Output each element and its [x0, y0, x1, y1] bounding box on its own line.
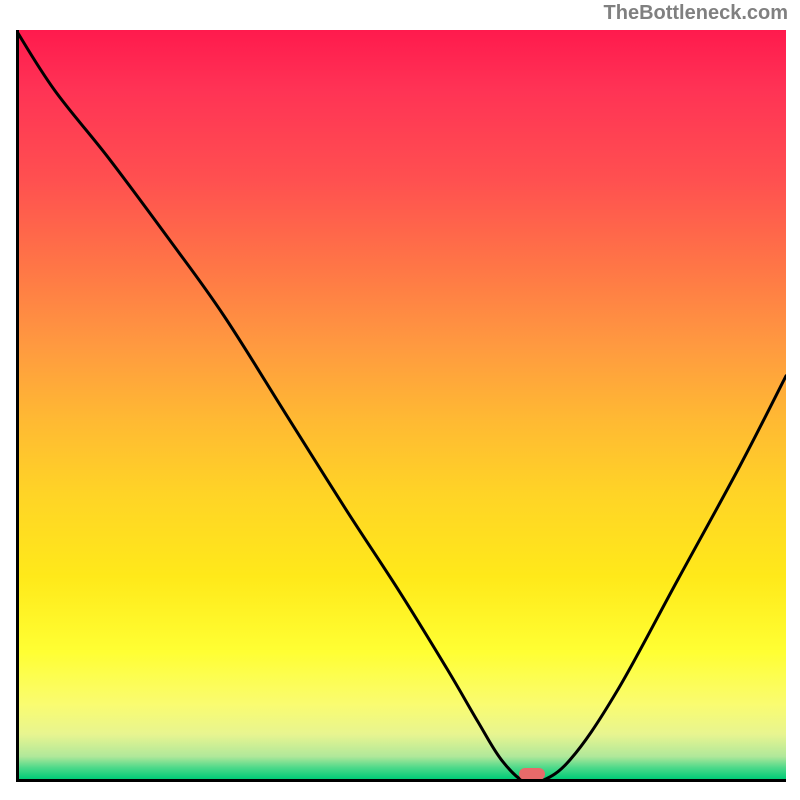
watermark-text: TheBottleneck.com	[604, 2, 788, 25]
bottleneck-chart	[16, 30, 786, 782]
x-axis	[16, 779, 786, 782]
y-axis	[16, 30, 19, 782]
plot-background-gradient	[16, 30, 786, 779]
